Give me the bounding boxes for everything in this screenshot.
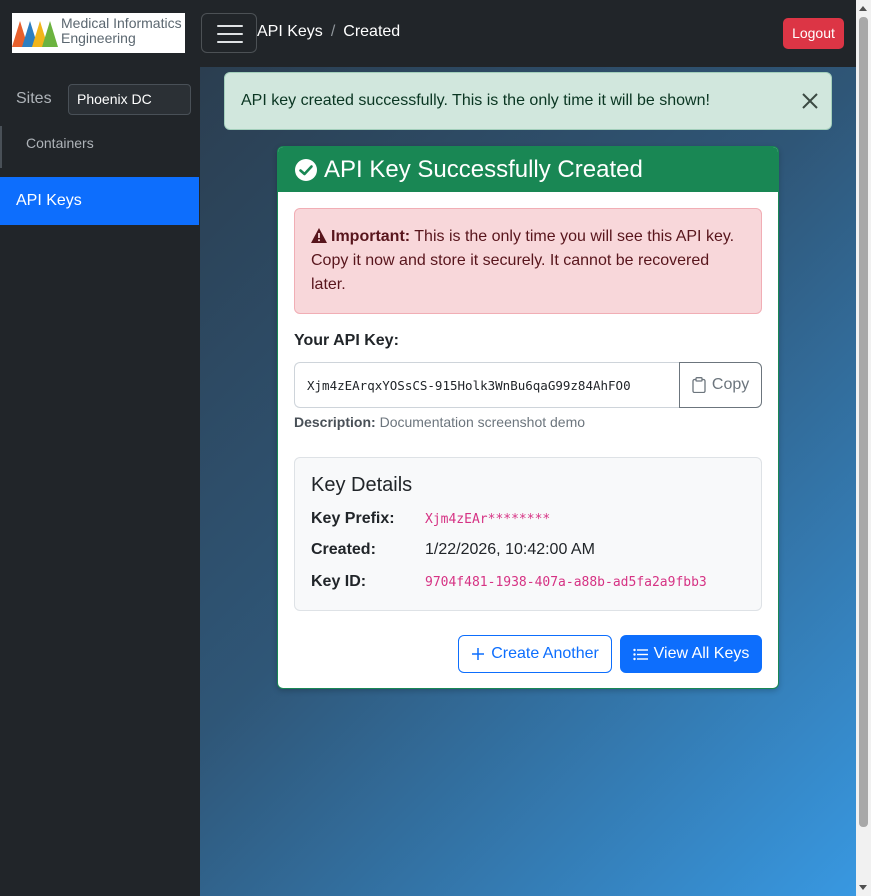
api-key-field[interactable] [294,362,680,408]
logo[interactable]: Medical Informatics Engineering [12,13,185,53]
create-another-button[interactable]: Create Another [458,635,612,673]
sites-label: Sites [16,90,52,107]
hamburger-icon [217,25,243,27]
logo-mark-icon [12,21,58,47]
success-alert: API key created successfully. This is th… [224,72,832,130]
list-icon [632,648,648,660]
api-key-label: Your API Key: [294,332,399,349]
close-icon[interactable] [801,92,819,110]
card-header: API Key Successfully Created [278,147,778,192]
sidebar-item-containers[interactable]: Containers [0,126,199,168]
page-scrollbar[interactable] [856,0,871,896]
sidebar-item-api-keys[interactable]: API Keys [0,177,199,225]
description: Description: Documentation screenshot de… [294,414,585,430]
breadcrumb-item-api-keys[interactable]: API Keys [257,23,323,41]
success-alert-message: API key created successfully. This is th… [241,92,710,109]
created-label: Created: [311,541,376,558]
description-label: Description: [294,414,376,430]
logout-button[interactable]: Logout [783,18,844,49]
key-prefix-label: Key Prefix: [311,510,395,527]
create-another-label: Create Another [491,645,599,662]
created-row: Created: 1/22/2026, 10:42:00 AM [311,541,595,559]
api-key-input-group: Copy [294,362,762,408]
site-select[interactable]: Phoenix DC [68,84,191,115]
copy-button-label: Copy [711,376,750,393]
card-title: API Key Successfully Created [324,155,643,183]
description-value: Documentation screenshot demo [379,414,586,430]
key-prefix-value: Xjm4zEAr******** [425,512,551,527]
hamburger-icon-bar [217,33,243,35]
main-content: API key created successfully. This is th… [200,67,856,896]
key-details-panel: Key Details Key Prefix: Xjm4zEAr********… [294,457,762,611]
key-prefix-row: Key Prefix: Xjm4zEAr******** [311,510,550,528]
important-warning: Important: This is the only time you wil… [294,208,762,314]
hamburger-icon-bar [217,41,243,43]
logo-text: Medical Informatics Engineering [61,16,182,46]
navbar-toggle-button[interactable] [201,13,257,53]
view-all-keys-button[interactable]: View All Keys [620,635,762,673]
card-body: Important: This is the only time you wil… [278,192,778,673]
clipboard-icon [692,377,706,393]
copy-button[interactable]: Copy [679,362,762,408]
scroll-up-arrow-icon[interactable] [859,6,867,11]
view-all-keys-label: View All Keys [653,645,750,662]
sidebar: Sites Phoenix DC Containers API Keys [0,67,200,896]
key-id-row: Key ID: 9704f481-1938-407a-a88b-ad5fa2a9… [311,573,707,591]
key-id-label: Key ID: [311,573,367,590]
breadcrumb: API Keys / Created [257,23,400,41]
warning-triangle-icon [311,228,327,243]
logo-text-line2: Engineering [61,30,136,46]
key-details-title: Key Details [311,474,413,496]
key-id-value: 9704f481-1938-407a-a88b-ad5fa2a9fbb3 [425,575,707,590]
card-actions: Create Another View All Keys [458,635,762,673]
breadcrumb-separator: / [330,23,336,40]
check-circle-icon [295,158,317,181]
logo-text-line1: Medical Informatics [61,15,182,31]
created-value: 1/22/2026, 10:42:00 AM [425,541,595,558]
breadcrumb-item-created: Created [343,23,401,40]
plus-icon [472,648,485,660]
scroll-thumb[interactable] [859,17,868,827]
api-key-card: API Key Successfully Created Important: … [277,146,779,689]
scroll-down-arrow-icon[interactable] [859,885,867,890]
top-navbar: Medical Informatics Engineering API Keys… [0,0,856,67]
warning-strong: Important: [331,228,411,245]
